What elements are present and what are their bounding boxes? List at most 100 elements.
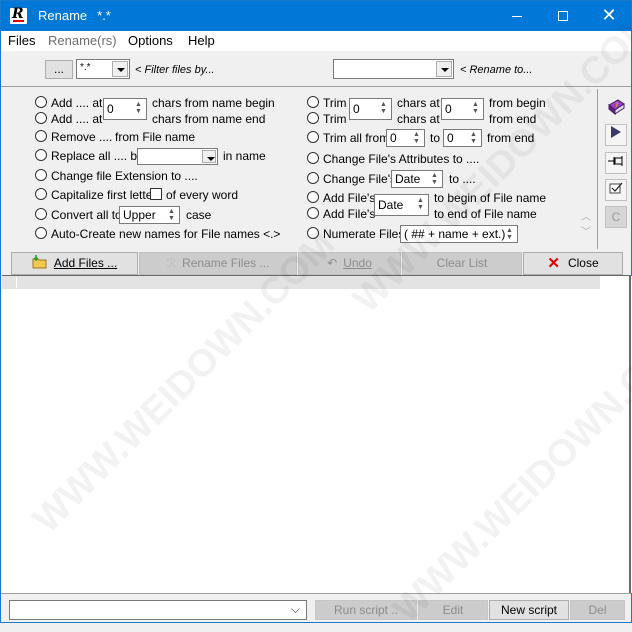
pin-button[interactable] xyxy=(605,152,627,174)
numerate-label: Numerate Files xyxy=(323,227,405,241)
browse-button[interactable]: ... xyxy=(45,60,73,79)
filter-combo[interactable]: *.* xyxy=(76,59,130,79)
delete-script-button[interactable]: Del xyxy=(570,600,625,620)
minimize-button[interactable] xyxy=(494,1,540,31)
spin-arrows-icon[interactable]: ▲ ▼ xyxy=(504,227,515,241)
spin-arrows-icon[interactable]: ▲ ▼ xyxy=(415,197,426,211)
radio-add-file-end[interactable] xyxy=(307,207,319,219)
spin-arrows-icon[interactable]: ▲ ▼ xyxy=(166,208,177,222)
new-script-button[interactable]: New script xyxy=(489,600,569,620)
close-button[interactable]: ✕ Close xyxy=(523,252,623,275)
undo-button[interactable]: ↶ Undo xyxy=(298,252,401,275)
pin-icon xyxy=(608,156,623,166)
add-file-spinner[interactable]: Date ▲ ▼ xyxy=(374,194,429,216)
spin-arrows-icon[interactable]: ▲ ▼ xyxy=(429,172,440,186)
change-file-label: Change File's xyxy=(323,172,396,186)
spin-arrows-icon[interactable]: ▲ ▼ xyxy=(378,101,389,115)
add-file-end-label: Add File's xyxy=(323,207,376,221)
case-spinner[interactable]: Upper ▲ ▼ xyxy=(119,206,180,224)
chevron-down-icon[interactable]: ⌵ xyxy=(291,602,300,617)
maximize-button[interactable] xyxy=(540,1,586,31)
trim-all-label: Trim all from xyxy=(323,131,390,145)
check-button[interactable] xyxy=(605,179,627,201)
close-icon: ✕ xyxy=(601,5,617,26)
menu-files[interactable]: Files xyxy=(8,33,35,48)
radio-change-file[interactable] xyxy=(307,172,319,184)
radio-auto-create[interactable] xyxy=(35,227,47,239)
radio-capitalize[interactable] xyxy=(35,188,47,200)
dropdown-arrow-icon[interactable] xyxy=(112,61,128,77)
spin-arrows-icon[interactable]: ▲ ▼ xyxy=(411,131,422,145)
add-files-button[interactable]: Add Files ... xyxy=(11,252,138,275)
add-file-end-suffix: to end of File name xyxy=(434,207,537,221)
list-border xyxy=(629,275,631,593)
red-x-icon: ✕ xyxy=(547,255,560,272)
file-list[interactable] xyxy=(2,275,632,593)
scroll-up-icon[interactable]: ︿ xyxy=(581,208,591,223)
clear-list-button[interactable]: Clear List xyxy=(402,252,522,275)
app-logo-icon: R xyxy=(10,6,27,24)
filter-toolbar: ... *.* < Filter files by... < Rename to… xyxy=(1,51,631,87)
change-file-spinner[interactable]: Date ▲ ▼ xyxy=(391,170,443,188)
edit-script-button[interactable]: Edit xyxy=(418,600,488,620)
replace-by-combo[interactable] xyxy=(137,148,218,165)
rename-to-combo[interactable] xyxy=(333,59,454,79)
scroll-down-icon[interactable]: ﹀ xyxy=(581,223,591,238)
script-select[interactable]: ⌵ xyxy=(9,600,307,620)
radio-trim-all[interactable] xyxy=(307,131,319,143)
every-word-checkbox[interactable] xyxy=(150,188,162,200)
radio-add-end[interactable] xyxy=(35,112,47,124)
close-label: Close xyxy=(567,256,599,270)
trim-position-spinner[interactable]: 0 ▲ ▼ xyxy=(441,98,484,120)
numerate-spinner[interactable]: ( ## + name + ext.) ▲ ▼ xyxy=(400,225,518,243)
spin-arrows-icon[interactable]: ▲ ▼ xyxy=(470,101,481,115)
case-value: Upper xyxy=(123,208,156,222)
title-filter: *.* xyxy=(97,8,111,23)
trim-all-from-spinner[interactable]: 0 ▲ ▼ xyxy=(386,129,425,147)
rename-files-label: Rename Files ... xyxy=(182,256,270,270)
run-script-button[interactable]: Run script .. xyxy=(315,600,417,620)
trim-count-spinner[interactable]: 0 ▲ ▼ xyxy=(349,98,392,120)
radio-trim-end[interactable] xyxy=(307,112,319,124)
close-window-button[interactable]: ✕ xyxy=(586,1,632,31)
trim-all-to-value: 0 xyxy=(447,131,454,145)
help-book-button[interactable]: ? xyxy=(605,97,627,119)
radio-convert[interactable] xyxy=(35,208,47,220)
add-position-value: 0 xyxy=(107,102,114,116)
dropdown-arrow-icon[interactable] xyxy=(436,61,452,77)
trim-begin-suffix: from begin xyxy=(489,96,546,110)
radio-remove[interactable] xyxy=(35,130,47,142)
radio-trim-begin[interactable] xyxy=(307,96,319,108)
copy-button[interactable]: C xyxy=(605,206,627,228)
trim-all-from-value: 0 xyxy=(390,131,397,145)
maximize-icon xyxy=(558,11,568,21)
checkbox-icon xyxy=(609,182,623,194)
add-position-spinner[interactable]: 0 ▲ ▼ xyxy=(103,98,147,120)
add-end-suffix: chars from name end xyxy=(152,112,266,126)
menu-renamers[interactable]: Rename(rs) xyxy=(48,33,117,48)
filter-hint: < Filter files by... xyxy=(135,64,215,76)
spin-arrows-icon[interactable]: ▲ ▼ xyxy=(133,101,144,115)
dropdown-arrow-icon[interactable] xyxy=(202,150,216,163)
convert-suffix: case xyxy=(186,208,212,222)
rename-files-button[interactable]: ℛ Rename Files ... xyxy=(139,252,297,275)
trim-begin-label: Trim xyxy=(323,96,347,110)
change-file-value: Date xyxy=(395,172,421,186)
trim-all-to-spinner[interactable]: 0 ▲ ▼ xyxy=(443,129,482,147)
column-separator[interactable] xyxy=(16,277,17,288)
undo-icon: ↶ xyxy=(327,256,338,270)
script-bar: ⌵ Run script .. Edit New script Del xyxy=(1,593,631,624)
menu-options[interactable]: Options xyxy=(128,33,173,48)
run-button[interactable] xyxy=(605,124,627,146)
radio-add-file-begin[interactable] xyxy=(307,191,319,203)
menu-help[interactable]: Help xyxy=(188,33,215,48)
radio-add-begin[interactable] xyxy=(35,96,47,108)
trim-end-suffix: from end xyxy=(489,112,537,126)
add-file-begin-suffix: to begin of File name xyxy=(434,191,547,205)
radio-change-attr[interactable] xyxy=(307,152,319,164)
window-title: Rename *.* xyxy=(38,8,111,23)
spin-arrows-icon[interactable]: ▲ ▼ xyxy=(468,131,479,145)
radio-numerate[interactable] xyxy=(307,227,319,239)
radio-replace[interactable] xyxy=(35,149,47,161)
radio-change-ext[interactable] xyxy=(35,169,47,181)
